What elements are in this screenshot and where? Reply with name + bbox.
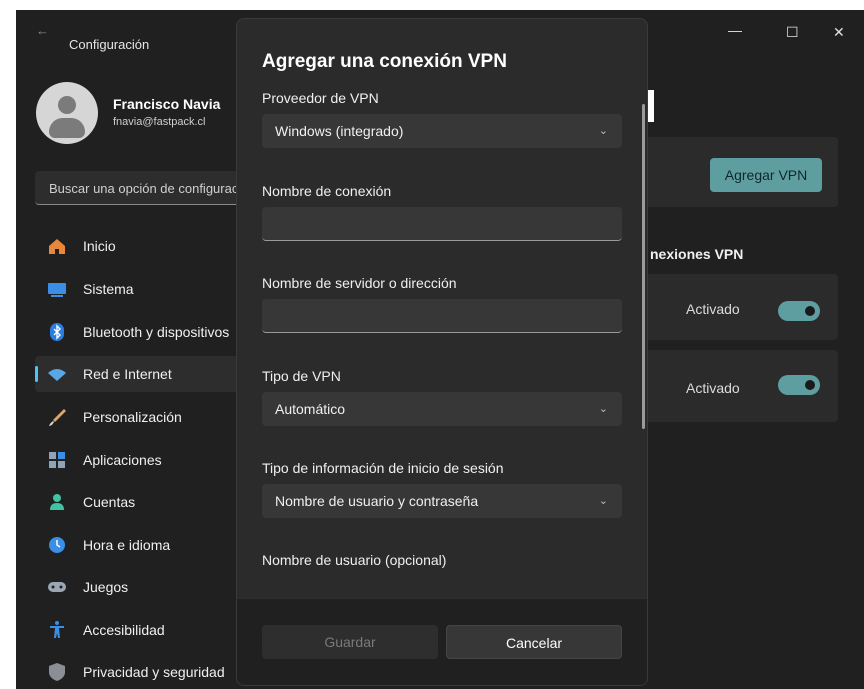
avatar[interactable]: [36, 82, 98, 144]
sidebar-item-label: Privacidad y seguridad: [83, 664, 225, 680]
provider-label: Proveedor de VPN: [262, 90, 379, 106]
dialog-title: Agregar una conexión VPN: [262, 51, 507, 72]
sidebar-item-label: Accesibilidad: [83, 622, 165, 638]
avatar-body-shape: [49, 118, 85, 138]
cancel-button[interactable]: Cancelar: [446, 625, 622, 659]
sidebar-item-label: Juegos: [83, 579, 129, 595]
apps-icon: [49, 452, 65, 468]
close-button[interactable]: ✕: [833, 24, 845, 41]
add-vpn-dialog: Agregar una conexión VPN Proveedor de VP…: [236, 18, 648, 686]
chevron-down-icon: ⌄: [598, 403, 608, 415]
username-label: Nombre de usuario (opcional): [262, 552, 447, 568]
sidebar-item-label: Cuentas: [83, 494, 136, 510]
minimize-button[interactable]: —: [728, 22, 742, 38]
signin-type-value: Nombre de usuario y contraseña: [275, 493, 479, 509]
app-title: Configuración: [69, 37, 150, 52]
chevron-down-icon: ⌄: [598, 495, 608, 507]
gamepad-icon: [48, 582, 66, 592]
toggle-knob: [805, 380, 815, 390]
network-icon: [48, 369, 66, 381]
save-button[interactable]: Guardar: [262, 625, 438, 659]
sidebar-item-label: Inicio: [83, 238, 116, 254]
shield-icon: [49, 663, 65, 681]
vpn-status-text: Activado: [686, 301, 740, 317]
maximize-button[interactable]: ☐: [786, 24, 799, 41]
search-placeholder: Buscar una opción de configuración: [49, 181, 256, 196]
vpn-status-text: Activado: [686, 380, 740, 396]
signin-type-dropdown[interactable]: Nombre de usuario y contraseña ⌄: [262, 484, 622, 518]
connection-name-label: Nombre de conexión: [262, 183, 392, 199]
vpn-connections-heading: nexiones VPN: [650, 246, 744, 262]
vpn-toggle[interactable]: [778, 301, 820, 321]
active-indicator: [35, 366, 38, 382]
bluetooth-icon: [50, 323, 64, 341]
accounts-icon: [50, 494, 64, 510]
vpn-type-label: Tipo de VPN: [262, 368, 341, 384]
connection-name-field[interactable]: [262, 207, 622, 241]
sidebar-item-label: Red e Internet: [83, 366, 172, 382]
back-arrow-icon[interactable]: ←: [36, 23, 49, 38]
time-language-icon: [49, 537, 65, 553]
brush-icon: [49, 409, 66, 426]
vpn-toggle[interactable]: [778, 375, 820, 395]
provider-dropdown[interactable]: Windows (integrado) ⌄: [262, 114, 622, 148]
accessibility-icon: [50, 621, 64, 638]
signin-type-label: Tipo de información de inicio de sesión: [262, 460, 504, 476]
home-icon: [49, 239, 65, 254]
sidebar-item-label: Aplicaciones: [83, 452, 162, 468]
user-name: Francisco Navia: [113, 96, 221, 112]
server-field[interactable]: [262, 299, 622, 333]
user-email: fnavia@fastpack.cl: [113, 116, 206, 128]
chevron-down-icon: ⌄: [598, 125, 608, 137]
toggle-knob: [805, 306, 815, 316]
sidebar-item-label: Bluetooth y dispositivos: [83, 324, 230, 340]
provider-value: Windows (integrado): [275, 123, 404, 139]
sidebar-item-label: Personalización: [83, 409, 182, 425]
server-label: Nombre de servidor o dirección: [262, 275, 457, 291]
sidebar-item-label: Hora e idioma: [83, 537, 171, 553]
sidebar-item-label: Sistema: [83, 281, 134, 297]
dialog-footer: Guardar Cancelar: [237, 598, 647, 685]
avatar-head-shape: [58, 96, 76, 114]
add-vpn-button[interactable]: Agregar VPN: [710, 158, 822, 192]
vpn-type-dropdown[interactable]: Automático ⌄: [262, 392, 622, 426]
dialog-scrollbar[interactable]: [642, 104, 645, 429]
system-icon: [48, 283, 66, 297]
vpn-type-value: Automático: [275, 401, 346, 417]
